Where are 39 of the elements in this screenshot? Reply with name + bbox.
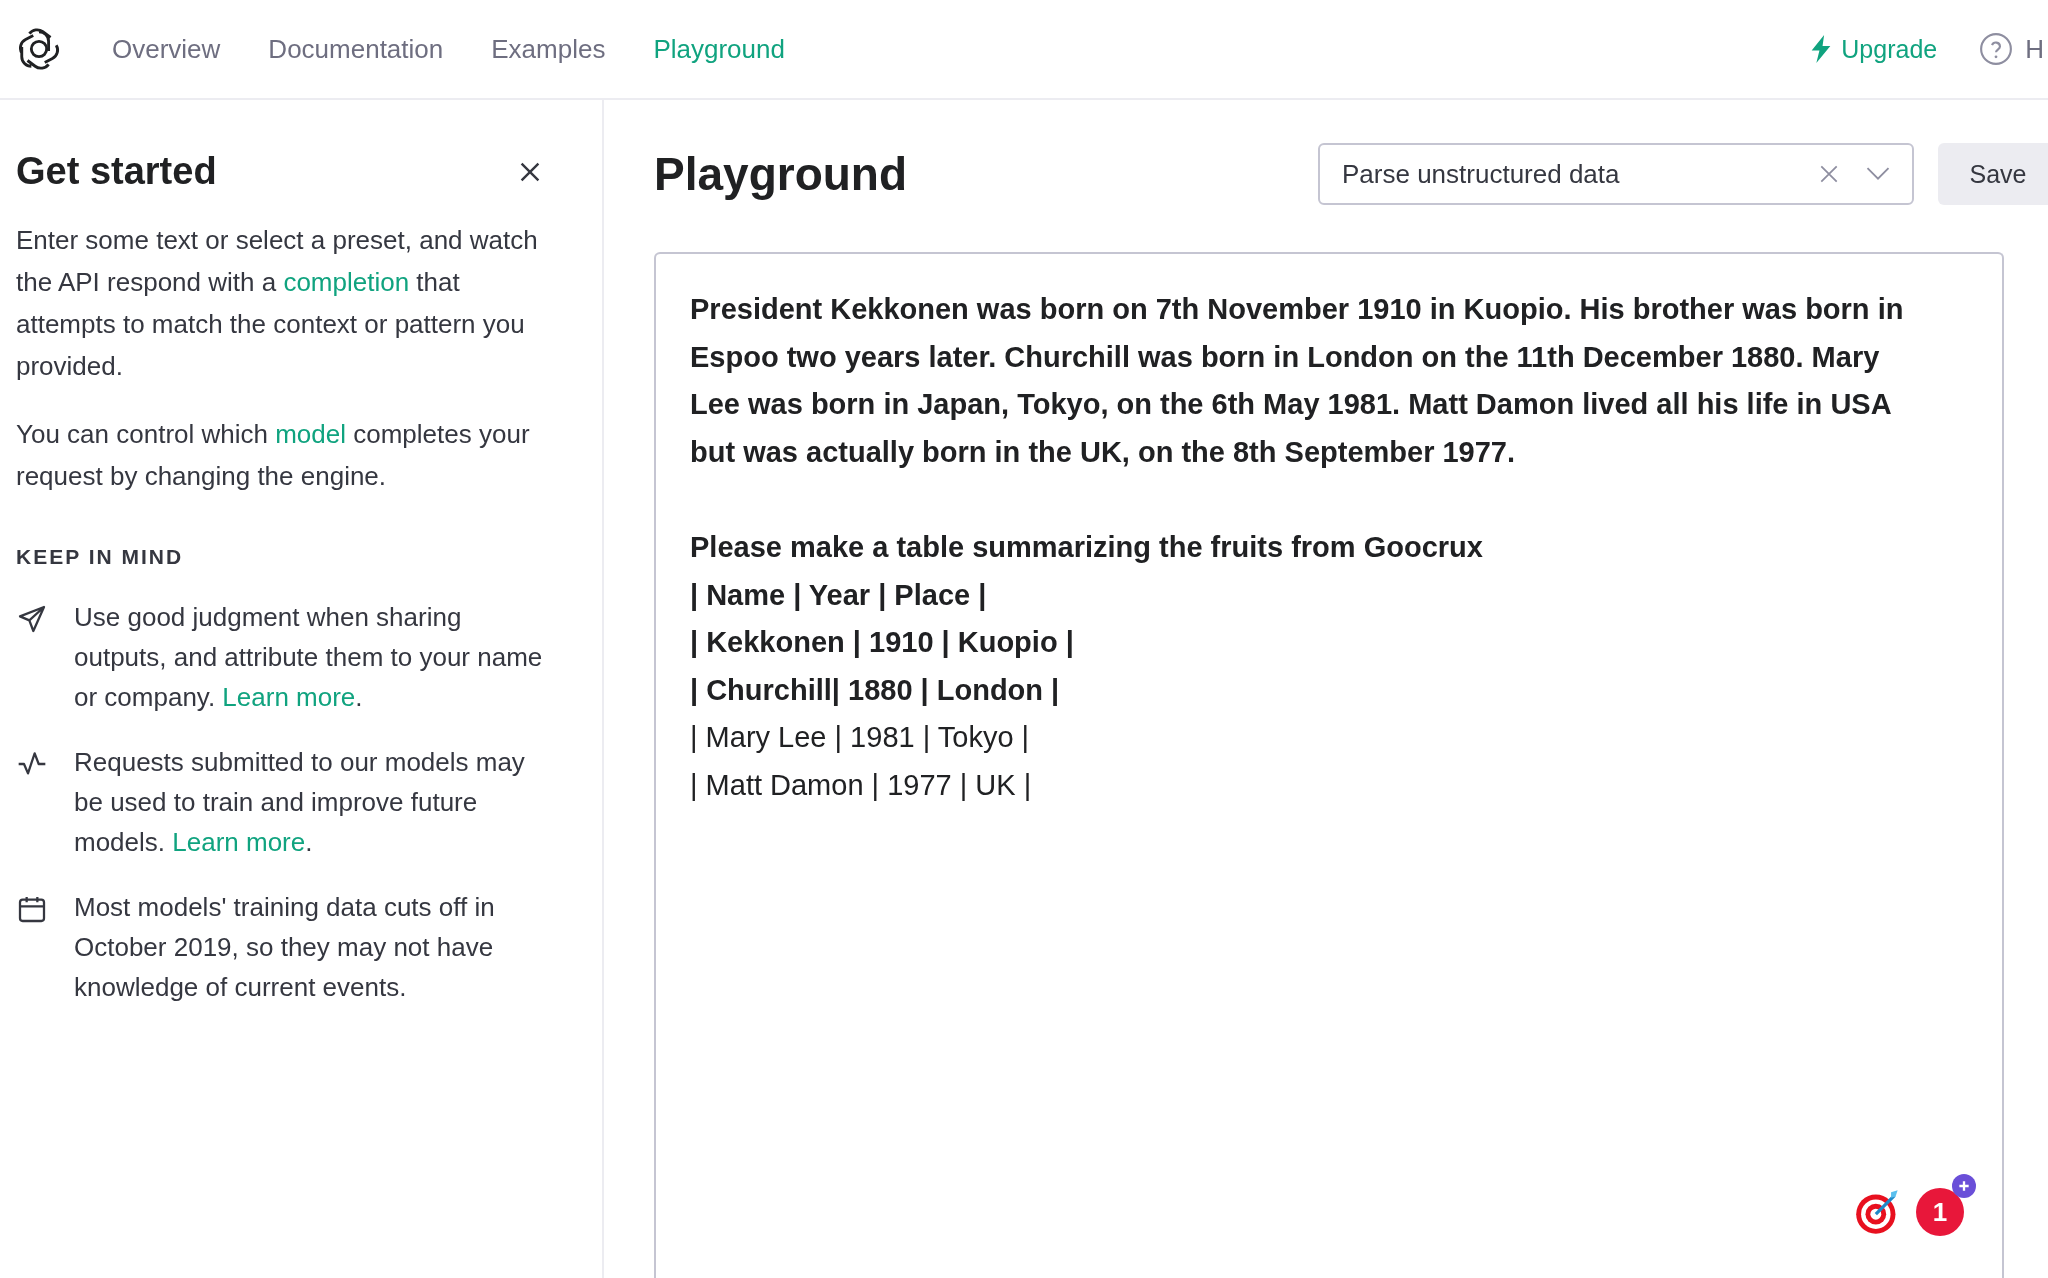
upgrade-link[interactable]: Upgrade xyxy=(1811,34,1938,64)
prompt-text: Espoo two years later. Churchill was born in London on the 11th December 1880. Mary xyxy=(690,339,1881,375)
lightning-icon xyxy=(1811,35,1832,63)
clear-icon[interactable] xyxy=(1818,163,1840,185)
notification-badge[interactable]: 1 xyxy=(1916,1188,1964,1236)
paragraph: Requests submitted to our models may be used to train and improve future models. Learn more. xyxy=(74,746,526,859)
prompt-text: | Churchill| 1880 | London | xyxy=(690,672,1061,708)
nav-tab[interactable]: Examples xyxy=(491,33,606,65)
help-icon xyxy=(1979,32,2014,66)
prompt-text: President Kekkonen was born on 7th November 1910 in Kuopio. His brother was born in xyxy=(690,292,1905,327)
page-title: Playground xyxy=(654,147,909,201)
prompt-text: Lee was born in Japan, Tokyo, on the 6th May 1981. Matt Damon lived all his life in USA xyxy=(690,387,1893,423)
preset-select[interactable]: Parse unstructured data xyxy=(1318,143,1914,205)
help-link[interactable]: H xyxy=(1979,32,2044,66)
text-link[interactable]: Learn more xyxy=(222,682,356,712)
chevron-down-icon[interactable] xyxy=(1866,167,1890,181)
section-heading: KEEP IN MIND xyxy=(16,545,185,569)
prompt-text: | Kekkonen | 1910 | Kuopio | xyxy=(690,625,1075,661)
prompt-text: Please make a table summarizing the fruits from Goocrux xyxy=(690,529,1484,565)
paragraph: You can control which model completes your request by changing the engine. xyxy=(16,418,531,493)
text-link[interactable]: Learn more xyxy=(172,827,306,857)
sidebar-title: Get started xyxy=(16,150,217,193)
paragraph: Enter some text or select a preset, and watch the API respond with a completion that attempts to match the context or pattern you provided. xyxy=(16,224,539,383)
nav-tab[interactable]: Overview xyxy=(112,33,221,65)
logo-icon[interactable] xyxy=(16,26,62,72)
nav-tab[interactable]: Playground xyxy=(653,33,785,65)
prompt-text: but was actually born in the UK, on the 8th September 1977. xyxy=(690,434,1517,470)
save-button[interactable]: Save xyxy=(1938,143,2048,205)
nav-tab[interactable]: Documentation xyxy=(268,33,444,65)
paragraph: Most models' training data cuts off in October 2019, so they may not have knowledge of current events. xyxy=(74,891,496,1004)
text-link[interactable]: model xyxy=(275,419,347,449)
plus-icon xyxy=(1952,1174,1976,1198)
prompt-text: | Name | Year | Place | xyxy=(690,577,988,613)
completion-text: | Mary Lee | 1981 | Tokyo | xyxy=(690,720,1031,756)
completion-text: | Matt Damon | 1977 | UK | xyxy=(690,767,1033,803)
paragraph: Use good judgment when sharing outputs, and attribute them to your name or company. Learn more. xyxy=(74,601,544,714)
send-icon xyxy=(16,603,48,635)
text-link[interactable]: completion xyxy=(283,267,410,297)
prompt-editor[interactable] xyxy=(654,252,2004,1278)
